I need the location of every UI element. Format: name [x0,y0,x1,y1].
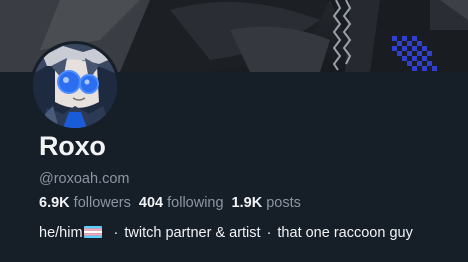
posts-count: 1.9K [231,195,263,211]
profile-avatar[interactable] [30,41,120,131]
following-link[interactable]: 404 following [139,195,224,211]
following-label: following [167,195,224,211]
bio-text-2: that one raccoon guy [277,225,413,241]
followers-label: followers [73,195,131,211]
followers-count: 6.9K [39,195,70,211]
profile-display-name: Roxo [39,131,106,161]
profile-bio: he/him · twitch partner & artist · that one … [39,223,413,243]
transgender-flag-icon [83,226,102,238]
bio-separator: · [266,225,272,241]
followers-link[interactable]: 6.9K followers [39,195,131,211]
profile-stats: 6.9K followers 404 following 1.9K posts [39,193,301,213]
bio-separator: · [113,225,119,241]
profile-page: Roxo @roxoah.com 6.9K followers 404 follo… [0,0,468,262]
profile-handle: @roxoah.com [39,171,130,187]
following-count: 404 [138,195,164,211]
posts-label: posts [266,195,301,211]
bio-pronouns: he/him [39,225,83,241]
posts-count-group: 1.9K posts [232,195,301,211]
bio-text-1: twitch partner & artist [124,225,261,241]
